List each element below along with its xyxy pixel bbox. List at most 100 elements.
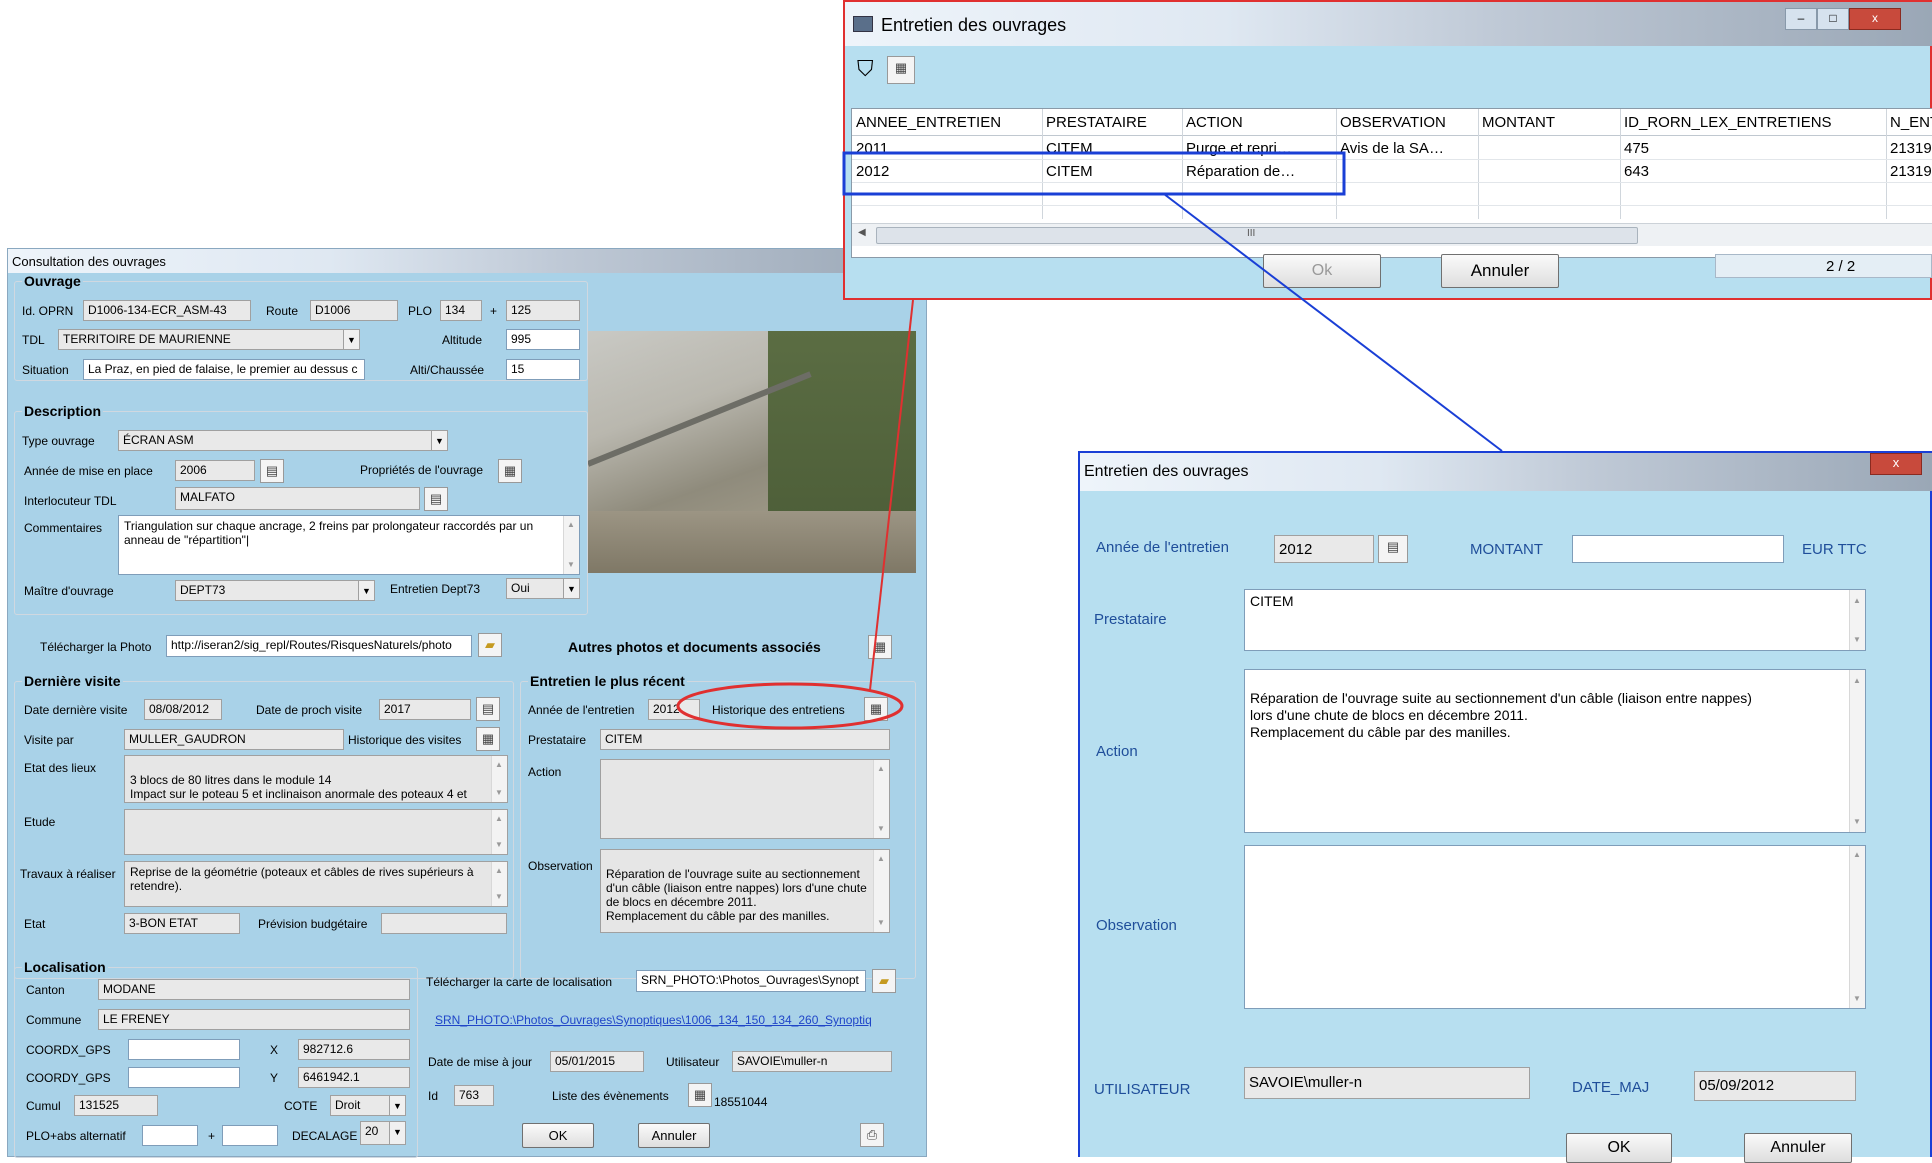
scrollbar[interactable] — [491, 810, 507, 854]
table-icon[interactable]: ▦ — [868, 635, 892, 659]
altitude-field[interactable]: 995 — [506, 329, 580, 350]
etat-lieux-text[interactable]: 3 blocs de 80 litres dans le module 14 I… — [124, 755, 508, 803]
table-icon[interactable]: ▦ — [887, 56, 915, 84]
scrollbar[interactable] — [491, 756, 507, 802]
table-row[interactable]: 2011 CITEM Purge et repri… Avis de la SA… — [852, 137, 1932, 160]
document-icon[interactable]: ▤ — [476, 697, 500, 721]
chevron-down-icon[interactable]: ▼ — [389, 1096, 405, 1115]
scrollbar[interactable] — [1849, 670, 1865, 832]
annuler-button[interactable]: Annuler — [1441, 254, 1559, 288]
prestataire-text[interactable]: CITEM — [1244, 589, 1866, 651]
calendar-icon[interactable]: ▤ — [1378, 535, 1408, 563]
horizontal-scrollbar[interactable]: ◀ III — [852, 223, 1932, 246]
chevron-down-icon[interactable]: ▼ — [563, 579, 579, 598]
maitre-ouvrage-combo[interactable]: DEPT73 ▼ — [175, 580, 375, 601]
annee-entretien-field[interactable]: 2012 — [648, 699, 700, 720]
etude-text[interactable] — [124, 809, 508, 855]
date-visite-field[interactable]: 08/08/2012 — [144, 699, 222, 720]
carte-link[interactable]: SRN_PHOTO:\Photos_Ouvrages\Synoptiques\1… — [435, 1013, 891, 1027]
folder-icon[interactable]: ▰ — [478, 633, 502, 657]
montant-field[interactable] — [1572, 535, 1784, 563]
column-header[interactable]: MONTANT — [1482, 114, 1616, 131]
printer-icon[interactable]: ⎙ — [860, 1123, 884, 1147]
annuler-button[interactable]: Annuler — [638, 1123, 710, 1148]
table-icon[interactable]: ▦ — [864, 697, 888, 721]
canton-field[interactable]: MODANE — [98, 979, 410, 1000]
route-field[interactable]: D1006 — [310, 300, 398, 321]
action-recent-text[interactable] — [600, 759, 890, 839]
cote-combo[interactable]: Droit ▼ — [330, 1095, 406, 1116]
chevron-down-icon[interactable]: ▼ — [389, 1122, 405, 1144]
plo-alt-field[interactable] — [142, 1125, 198, 1146]
historique-entretiens-label[interactable]: Historique des entretiens — [712, 703, 845, 717]
commune-field[interactable]: LE FRENEY — [98, 1009, 410, 1030]
scrollbar[interactable] — [1849, 846, 1865, 1008]
close-icon[interactable]: x — [1849, 8, 1901, 30]
maximize-icon[interactable]: □ — [1817, 8, 1849, 30]
filter-icon[interactable]: ⛉ — [857, 56, 874, 82]
plo-abs-field[interactable]: 125 — [506, 300, 580, 321]
observation-text[interactable] — [1244, 845, 1866, 1009]
close-icon[interactable]: x — [1870, 453, 1922, 475]
tdl-combo[interactable]: TERRITOIRE DE MAURIENNE ▼ — [58, 329, 360, 350]
id-oprn-field[interactable]: D1006-134-ECR_ASM-43 — [83, 300, 251, 321]
coordy-field[interactable] — [128, 1067, 240, 1088]
scrollbar[interactable] — [491, 862, 507, 906]
photo-url-field[interactable]: http://iseran2/sig_repl/Routes/RisquesNa… — [166, 635, 472, 657]
table-row[interactable]: 2012 CITEM Réparation de… 643 21319 — [852, 160, 1932, 183]
proch-visite-field[interactable]: 2017 — [379, 699, 471, 720]
calendar-icon[interactable]: ▤ — [260, 459, 284, 483]
type-ouvrage-combo[interactable]: ÉCRAN ASM ▼ — [118, 430, 448, 451]
scroll-left-icon[interactable]: ◀ — [858, 227, 866, 238]
travaux-text[interactable]: Reprise de la géométrie (poteaux et câbl… — [124, 861, 508, 907]
document-icon[interactable]: ▤ — [424, 487, 448, 511]
plo-field[interactable]: 134 — [440, 300, 482, 321]
scrollbar[interactable] — [563, 516, 579, 574]
column-header[interactable]: N_ENT — [1890, 114, 1932, 131]
chevron-down-icon[interactable]: ▼ — [358, 581, 374, 600]
scrollbar[interactable] — [873, 760, 889, 838]
scrollbar[interactable] — [1849, 590, 1865, 650]
column-header[interactable]: OBSERVATION — [1340, 114, 1478, 131]
id-field[interactable]: 763 — [454, 1085, 494, 1106]
column-header[interactable]: PRESTATAIRE — [1046, 114, 1184, 131]
folder-icon[interactable]: ▰ — [872, 969, 896, 993]
scrollbar[interactable] — [873, 850, 889, 932]
entretien-dept-combo[interactable]: Oui ▼ — [506, 578, 580, 599]
date-maj-field[interactable]: 05/09/2012 — [1694, 1071, 1856, 1101]
plo-alt-abs-field[interactable] — [222, 1125, 278, 1146]
action-text[interactable]: Réparation de l'ouvrage suite au section… — [1244, 669, 1866, 833]
ok-button[interactable]: Ok — [1263, 254, 1381, 288]
annee-field[interactable]: 2012 — [1274, 535, 1374, 563]
ok-button[interactable]: OK — [1566, 1133, 1672, 1163]
observation-recent-text[interactable]: Réparation de l'ouvrage suite au section… — [600, 849, 890, 933]
visite-par-field[interactable]: MULLER_GAUDRON — [124, 729, 344, 750]
utilisateur-field[interactable]: SAVOIE\muller-n — [1244, 1067, 1530, 1099]
table-icon[interactable]: ▦ — [688, 1083, 712, 1107]
ok-button[interactable]: OK — [522, 1123, 594, 1148]
carte-field[interactable]: SRN_PHOTO:\Photos_Ouvrages\Synopt — [636, 970, 866, 992]
prestataire-recent-field[interactable]: CITEM — [600, 729, 890, 750]
coordx-field[interactable] — [128, 1039, 240, 1060]
prevision-field[interactable] — [381, 913, 507, 934]
y-field[interactable]: 6461942.1 — [298, 1067, 410, 1088]
commentaires-text[interactable]: Triangulation sur chaque ancrage, 2 frei… — [118, 515, 580, 575]
chevron-down-icon[interactable]: ▼ — [343, 330, 359, 349]
table-icon[interactable]: ▦ — [498, 459, 522, 483]
situation-field[interactable]: La Praz, en pied de falaise, le premier … — [83, 359, 365, 380]
minimize-icon[interactable]: – — [1785, 8, 1817, 30]
chevron-down-icon[interactable]: ▼ — [431, 431, 447, 450]
annee-mise-field[interactable]: 2006 — [175, 460, 255, 481]
alti-field[interactable]: 15 — [506, 359, 580, 380]
column-header[interactable]: ANNEE_ENTRETIEN — [856, 114, 1040, 131]
interlocuteur-field[interactable]: MALFATO — [175, 487, 420, 510]
date-maj-field[interactable]: 05/01/2015 — [550, 1051, 644, 1072]
column-header[interactable]: ID_RORN_LEX_ENTRETIENS — [1624, 114, 1884, 131]
scroll-thumb[interactable]: III — [876, 227, 1638, 244]
table-icon[interactable]: ▦ — [476, 727, 500, 751]
x-field[interactable]: 982712.6 — [298, 1039, 410, 1060]
etat-field[interactable]: 3-BON ETAT — [124, 913, 240, 934]
annuler-button[interactable]: Annuler — [1744, 1133, 1852, 1163]
utilisateur-field[interactable]: SAVOIE\muller-n — [732, 1051, 892, 1072]
cumul-field[interactable]: 131525 — [74, 1095, 158, 1116]
